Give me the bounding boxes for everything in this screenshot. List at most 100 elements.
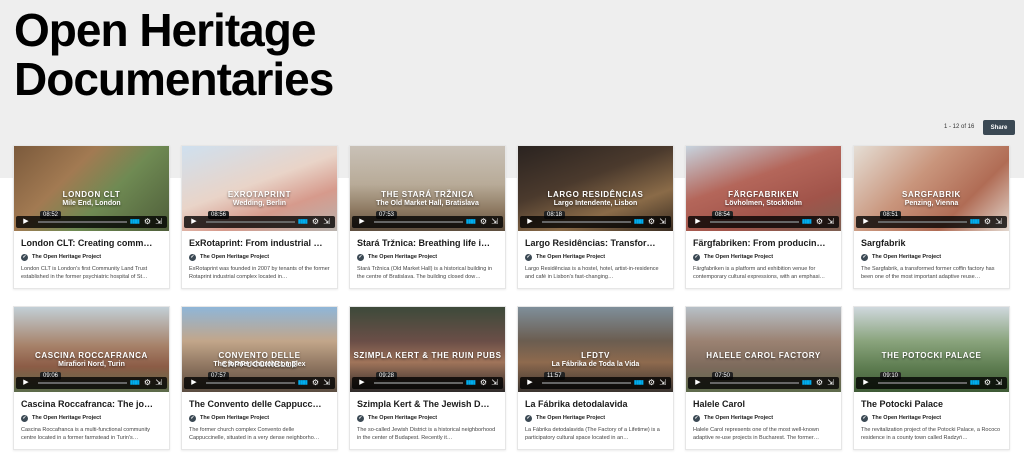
fullscreen-icon[interactable]: ⇲ xyxy=(491,217,498,227)
play-icon[interactable]: ▶ xyxy=(859,218,873,226)
video-title[interactable]: The Convento delle Cappucc… xyxy=(189,398,330,410)
video-card[interactable]: CASCINA ROCCAFRANCA Mirafiori Nord, Turin… xyxy=(13,306,170,450)
progress-track[interactable] xyxy=(710,382,799,384)
volume-icon[interactable]: ▮▮▮▮ xyxy=(298,379,308,387)
volume-icon[interactable]: ▮▮▮▮ xyxy=(634,379,644,387)
gear-icon[interactable]: ⚙ xyxy=(816,378,823,388)
video-author[interactable]: ✓ The Open Heritage Project xyxy=(21,414,162,422)
gear-icon[interactable]: ⚙ xyxy=(312,217,319,227)
play-icon[interactable]: ▶ xyxy=(355,379,369,387)
video-thumbnail[interactable]: SZIMPLA KERT & THE RUIN PUBS 09:28 ▶ ▮▮▮▮ ⚙ ⇲ xyxy=(350,307,505,392)
volume-icon[interactable]: ▮▮▮▮ xyxy=(634,218,644,226)
video-author[interactable]: ✓ The Open Heritage Project xyxy=(189,414,330,422)
gear-icon[interactable]: ⚙ xyxy=(648,378,655,388)
progress-track[interactable] xyxy=(38,382,127,384)
progress-track[interactable] xyxy=(206,382,295,384)
video-card[interactable]: SARGFABRIK Penzing, Vienna 08:51 ▶ ▮▮▮▮ ⚙ ⇲ Sar… xyxy=(853,145,1010,289)
progress-track[interactable] xyxy=(878,221,967,223)
gear-icon[interactable]: ⚙ xyxy=(144,378,151,388)
fullscreen-icon[interactable]: ⇲ xyxy=(827,217,834,227)
video-card[interactable]: The Potocki Palace 09:10 ▶ ▮▮▮▮ ⚙ ⇲ The Potock… xyxy=(853,306,1010,450)
fullscreen-icon[interactable]: ⇲ xyxy=(323,217,330,227)
video-card[interactable]: London CLT Mile End, London 08:52 ▶ ▮▮▮▮ ⚙ ⇲ Lo… xyxy=(13,145,170,289)
video-author[interactable]: ✓ The Open Heritage Project xyxy=(357,414,498,422)
play-icon[interactable]: ▶ xyxy=(523,379,537,387)
gear-icon[interactable]: ⚙ xyxy=(984,378,991,388)
video-thumbnail[interactable]: The Potocki Palace 09:10 ▶ ▮▮▮▮ ⚙ ⇲ xyxy=(854,307,1009,392)
gear-icon[interactable]: ⚙ xyxy=(480,217,487,227)
video-thumbnail[interactable]: FÄRGFABRIKEN Lövholmen, Stockholm 08:54 ▶ ▮▮… xyxy=(686,146,841,231)
volume-icon[interactable]: ▮▮▮▮ xyxy=(970,379,980,387)
play-icon[interactable]: ▶ xyxy=(19,218,33,226)
video-thumbnail[interactable]: LFDTV La Fábrika de Toda la Vida 11:57 ▶ ▮▮▮… xyxy=(518,307,673,392)
play-icon[interactable]: ▶ xyxy=(187,379,201,387)
video-title[interactable]: Szimpla Kert & The Jewish D… xyxy=(357,398,498,410)
video-card[interactable]: HALELE CAROL Factory 07:50 ▶ ▮▮▮▮ ⚙ ⇲ Halele C… xyxy=(685,306,842,450)
video-thumbnail[interactable]: CONVENTO DELLE CAPPUCCINELLE The former c… xyxy=(182,307,337,392)
video-card[interactable]: FÄRGFABRIKEN Lövholmen, Stockholm 08:54 ▶ ▮▮… xyxy=(685,145,842,289)
play-icon[interactable]: ▶ xyxy=(691,218,705,226)
video-title[interactable]: Cascina Roccafranca: The jo… xyxy=(21,398,162,410)
video-thumbnail[interactable]: EXROTAPRINT Wedding, Berlin 08:56 ▶ ▮▮▮▮ ⚙ ⇲ xyxy=(182,146,337,231)
fullscreen-icon[interactable]: ⇲ xyxy=(659,378,666,388)
gear-icon[interactable]: ⚙ xyxy=(144,217,151,227)
video-card[interactable]: LARGO RESIDÊNCIAS Largo Intendente, Lisbo… xyxy=(517,145,674,289)
video-title[interactable]: The Potocki Palace xyxy=(861,398,1002,410)
volume-icon[interactable]: ▮▮▮▮ xyxy=(970,218,980,226)
video-thumbnail[interactable]: CASCINA ROCCAFRANCA Mirafiori Nord, Turin… xyxy=(14,307,169,392)
video-title[interactable]: Sargfabrik xyxy=(861,237,1002,249)
video-card[interactable]: LFDTV La Fábrika de Toda la Vida 11:57 ▶ ▮▮▮… xyxy=(517,306,674,450)
volume-icon[interactable]: ▮▮▮▮ xyxy=(466,379,476,387)
video-card[interactable]: CONVENTO DELLE CAPPUCCINELLE The former c… xyxy=(181,306,338,450)
gear-icon[interactable]: ⚙ xyxy=(816,217,823,227)
volume-icon[interactable]: ▮▮▮▮ xyxy=(130,218,140,226)
play-icon[interactable]: ▶ xyxy=(355,218,369,226)
gear-icon[interactable]: ⚙ xyxy=(648,217,655,227)
fullscreen-icon[interactable]: ⇲ xyxy=(155,378,162,388)
gear-icon[interactable]: ⚙ xyxy=(984,217,991,227)
progress-track[interactable] xyxy=(374,221,463,223)
volume-icon[interactable]: ▮▮▮▮ xyxy=(466,218,476,226)
play-icon[interactable]: ▶ xyxy=(691,379,705,387)
fullscreen-icon[interactable]: ⇲ xyxy=(323,378,330,388)
video-thumbnail[interactable]: LARGO RESIDÊNCIAS Largo Intendente, Lisbo… xyxy=(518,146,673,231)
progress-track[interactable] xyxy=(542,221,631,223)
video-title[interactable]: Halele Carol xyxy=(693,398,834,410)
video-thumbnail[interactable]: SARGFABRIK Penzing, Vienna 08:51 ▶ ▮▮▮▮ ⚙ ⇲ xyxy=(854,146,1009,231)
progress-track[interactable] xyxy=(878,382,967,384)
video-title[interactable]: Stará Tržnica: Breathing life i… xyxy=(357,237,498,249)
video-author[interactable]: ✓ The Open Heritage Project xyxy=(693,253,834,261)
play-icon[interactable]: ▶ xyxy=(187,218,201,226)
video-author[interactable]: ✓ The Open Heritage Project xyxy=(525,253,666,261)
share-button[interactable]: Share xyxy=(983,120,1015,135)
gear-icon[interactable]: ⚙ xyxy=(312,378,319,388)
fullscreen-icon[interactable]: ⇲ xyxy=(659,217,666,227)
video-title[interactable]: London CLT: Creating comm… xyxy=(21,237,162,249)
video-author[interactable]: ✓ The Open Heritage Project xyxy=(21,253,162,261)
fullscreen-icon[interactable]: ⇲ xyxy=(491,378,498,388)
video-title[interactable]: La Fábrika detodalavida xyxy=(525,398,666,410)
video-author[interactable]: ✓ The Open Heritage Project xyxy=(357,253,498,261)
play-icon[interactable]: ▶ xyxy=(859,379,873,387)
volume-icon[interactable]: ▮▮▮▮ xyxy=(130,379,140,387)
progress-track[interactable] xyxy=(374,382,463,384)
progress-track[interactable] xyxy=(206,221,295,223)
gear-icon[interactable]: ⚙ xyxy=(480,378,487,388)
video-author[interactable]: ✓ The Open Heritage Project xyxy=(861,414,1002,422)
fullscreen-icon[interactable]: ⇲ xyxy=(995,217,1002,227)
fullscreen-icon[interactable]: ⇲ xyxy=(827,378,834,388)
volume-icon[interactable]: ▮▮▮▮ xyxy=(802,379,812,387)
video-author[interactable]: ✓ The Open Heritage Project xyxy=(693,414,834,422)
video-card[interactable]: SZIMPLA KERT & THE RUIN PUBS 09:28 ▶ ▮▮▮▮ ⚙ ⇲… xyxy=(349,306,506,450)
video-title[interactable]: Färgfabriken: From producin… xyxy=(693,237,834,249)
video-thumbnail[interactable]: London CLT Mile End, London 08:52 ▶ ▮▮▮▮ ⚙ ⇲ xyxy=(14,146,169,231)
volume-icon[interactable]: ▮▮▮▮ xyxy=(802,218,812,226)
progress-track[interactable] xyxy=(710,221,799,223)
video-title[interactable]: Largo Residências: Transfor… xyxy=(525,237,666,249)
progress-track[interactable] xyxy=(38,221,127,223)
progress-track[interactable] xyxy=(542,382,631,384)
video-thumbnail[interactable]: HALELE CAROL Factory 07:50 ▶ ▮▮▮▮ ⚙ ⇲ xyxy=(686,307,841,392)
fullscreen-icon[interactable]: ⇲ xyxy=(995,378,1002,388)
video-author[interactable]: ✓ The Open Heritage Project xyxy=(861,253,1002,261)
video-card[interactable]: THE STARÁ TRŽNICA The Old Market Hall, Br… xyxy=(349,145,506,289)
